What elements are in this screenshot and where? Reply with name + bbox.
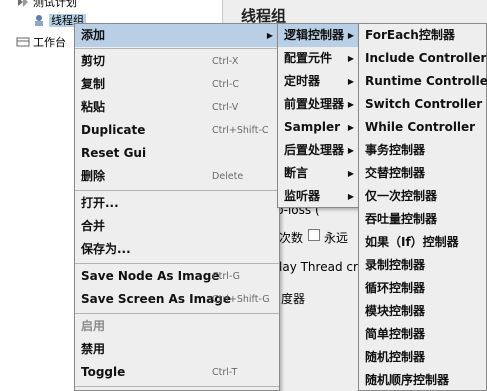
menu-item-enable: 启用 [81, 319, 106, 333]
logic-item-once-only[interactable]: 仅一次控制器 [359, 185, 486, 208]
menu-item-open[interactable]: 打开... [75, 192, 279, 215]
loop-count-label: 次数 [279, 231, 304, 245]
menu-item-merge[interactable]: 合并 [75, 215, 279, 238]
submenu-arrow-icon: ▶ [347, 100, 354, 109]
submenu-arrow-icon: ▶ [347, 31, 354, 40]
submenu-item-assertion[interactable]: 断言 ▶ [278, 162, 360, 185]
logic-item-runtime[interactable]: Runtime Controller [359, 70, 487, 93]
logic-item-while[interactable]: While Controller [359, 116, 486, 139]
logic-item-include[interactable]: Include Controller [359, 47, 486, 70]
submenu-arrow-icon: ▶ [347, 54, 354, 63]
menu-item-cut[interactable]: 剪切 Ctrl-X [75, 50, 279, 73]
menu-separator [75, 313, 279, 314]
logic-item-module[interactable]: 模块控制器 [359, 300, 486, 323]
menu-item-toggle[interactable]: Toggle Ctrl-T [75, 361, 279, 384]
logic-item-if[interactable]: 如果（If）控制器 [359, 231, 486, 254]
logic-item-foreach[interactable]: ForEach控制器 [359, 24, 486, 47]
add-submenu: 逻辑控制器 ▶ 配置元件 ▶ 定时器 ▶ 前置处理器 ▶ Sampler ▶ 后… [277, 23, 361, 208]
forever-label: 永远 [324, 231, 349, 245]
submenu-item-logic-controller[interactable]: 逻辑控制器 ▶ [278, 24, 360, 47]
logic-item-switch[interactable]: Switch Controller [359, 93, 486, 116]
submenu-arrow-icon: ▶ [347, 146, 354, 155]
menu-separator [75, 386, 279, 387]
thread-group-icon [32, 14, 46, 26]
submenu-arrow-icon: ▶ [347, 169, 354, 178]
logic-controller-submenu: ForEach控制器 Include Controller Runtime Co… [358, 23, 487, 391]
menu-separator [75, 263, 279, 264]
workbench-icon [16, 36, 30, 48]
submenu-item-listener[interactable]: 监听器 ▶ [278, 185, 360, 208]
context-menu: 添加 ▶ 剪切 Ctrl-X 复制 Ctrl-C 粘贴 Ctrl-V Dupli… [74, 23, 280, 391]
logic-item-random-order[interactable]: 随机顺序控制器 [359, 369, 486, 391]
menu-item-delete[interactable]: 删除 Delete [75, 165, 279, 188]
menu-item-paste[interactable]: 粘贴 Ctrl-V [75, 96, 279, 119]
logic-item-transaction[interactable]: 事务控制器 [359, 139, 486, 162]
logic-item-throughput[interactable]: 吞吐量控制器 [359, 208, 486, 231]
menu-item-copy[interactable]: 复制 Ctrl-C [75, 73, 279, 96]
logic-item-interleave[interactable]: 交替控制器 [359, 162, 486, 185]
submenu-arrow-icon: ▶ [347, 192, 354, 201]
tree-item-workbench[interactable]: 工作台 [16, 35, 66, 51]
submenu-item-config-element[interactable]: 配置元件 ▶ [278, 47, 360, 70]
menu-item-save-screen-image[interactable]: Save Screen As Image Ctrl+Shift-G [75, 288, 279, 311]
submenu-arrow-icon: ▶ [347, 77, 354, 86]
menu-separator [75, 48, 279, 49]
logic-item-random[interactable]: 随机控制器 [359, 346, 486, 369]
scheduler-fragment: 度器 [281, 292, 306, 306]
menu-item-reset-gui[interactable]: Reset Gui [75, 142, 279, 165]
submenu-item-sampler[interactable]: Sampler ▶ [278, 116, 360, 139]
menu-item-save-node-image[interactable]: Save Node As Image Ctrl-G [75, 265, 279, 288]
submenu-item-timer[interactable]: 定时器 ▶ [278, 70, 360, 93]
submenu-item-pre-processor[interactable]: 前置处理器 ▶ [278, 93, 360, 116]
logic-item-simple[interactable]: 简单控制器 [359, 323, 486, 346]
menu-item-disable[interactable]: 禁用 [75, 338, 279, 361]
test-plan-icon [16, 0, 30, 8]
menu-item-save-as[interactable]: 保存为... [75, 238, 279, 261]
delay-thread-fragment: lay Thread cr [279, 260, 358, 274]
submenu-arrow-icon: ▶ [347, 123, 354, 132]
submenu-arrow-icon: ▶ [266, 31, 273, 40]
tree-item-test-plan[interactable]: 测试计划 [16, 0, 77, 11]
forever-checkbox[interactable] [308, 229, 320, 241]
menu-item-duplicate[interactable]: Duplicate Ctrl+Shift-C [75, 119, 279, 142]
logic-item-recording[interactable]: 录制控制器 [359, 254, 486, 277]
submenu-item-post-processor[interactable]: 后置处理器 ▶ [278, 139, 360, 162]
menu-separator [75, 190, 279, 191]
menu-item-add[interactable]: 添加 ▶ [75, 24, 279, 47]
logic-item-loop[interactable]: 循环控制器 [359, 277, 486, 300]
